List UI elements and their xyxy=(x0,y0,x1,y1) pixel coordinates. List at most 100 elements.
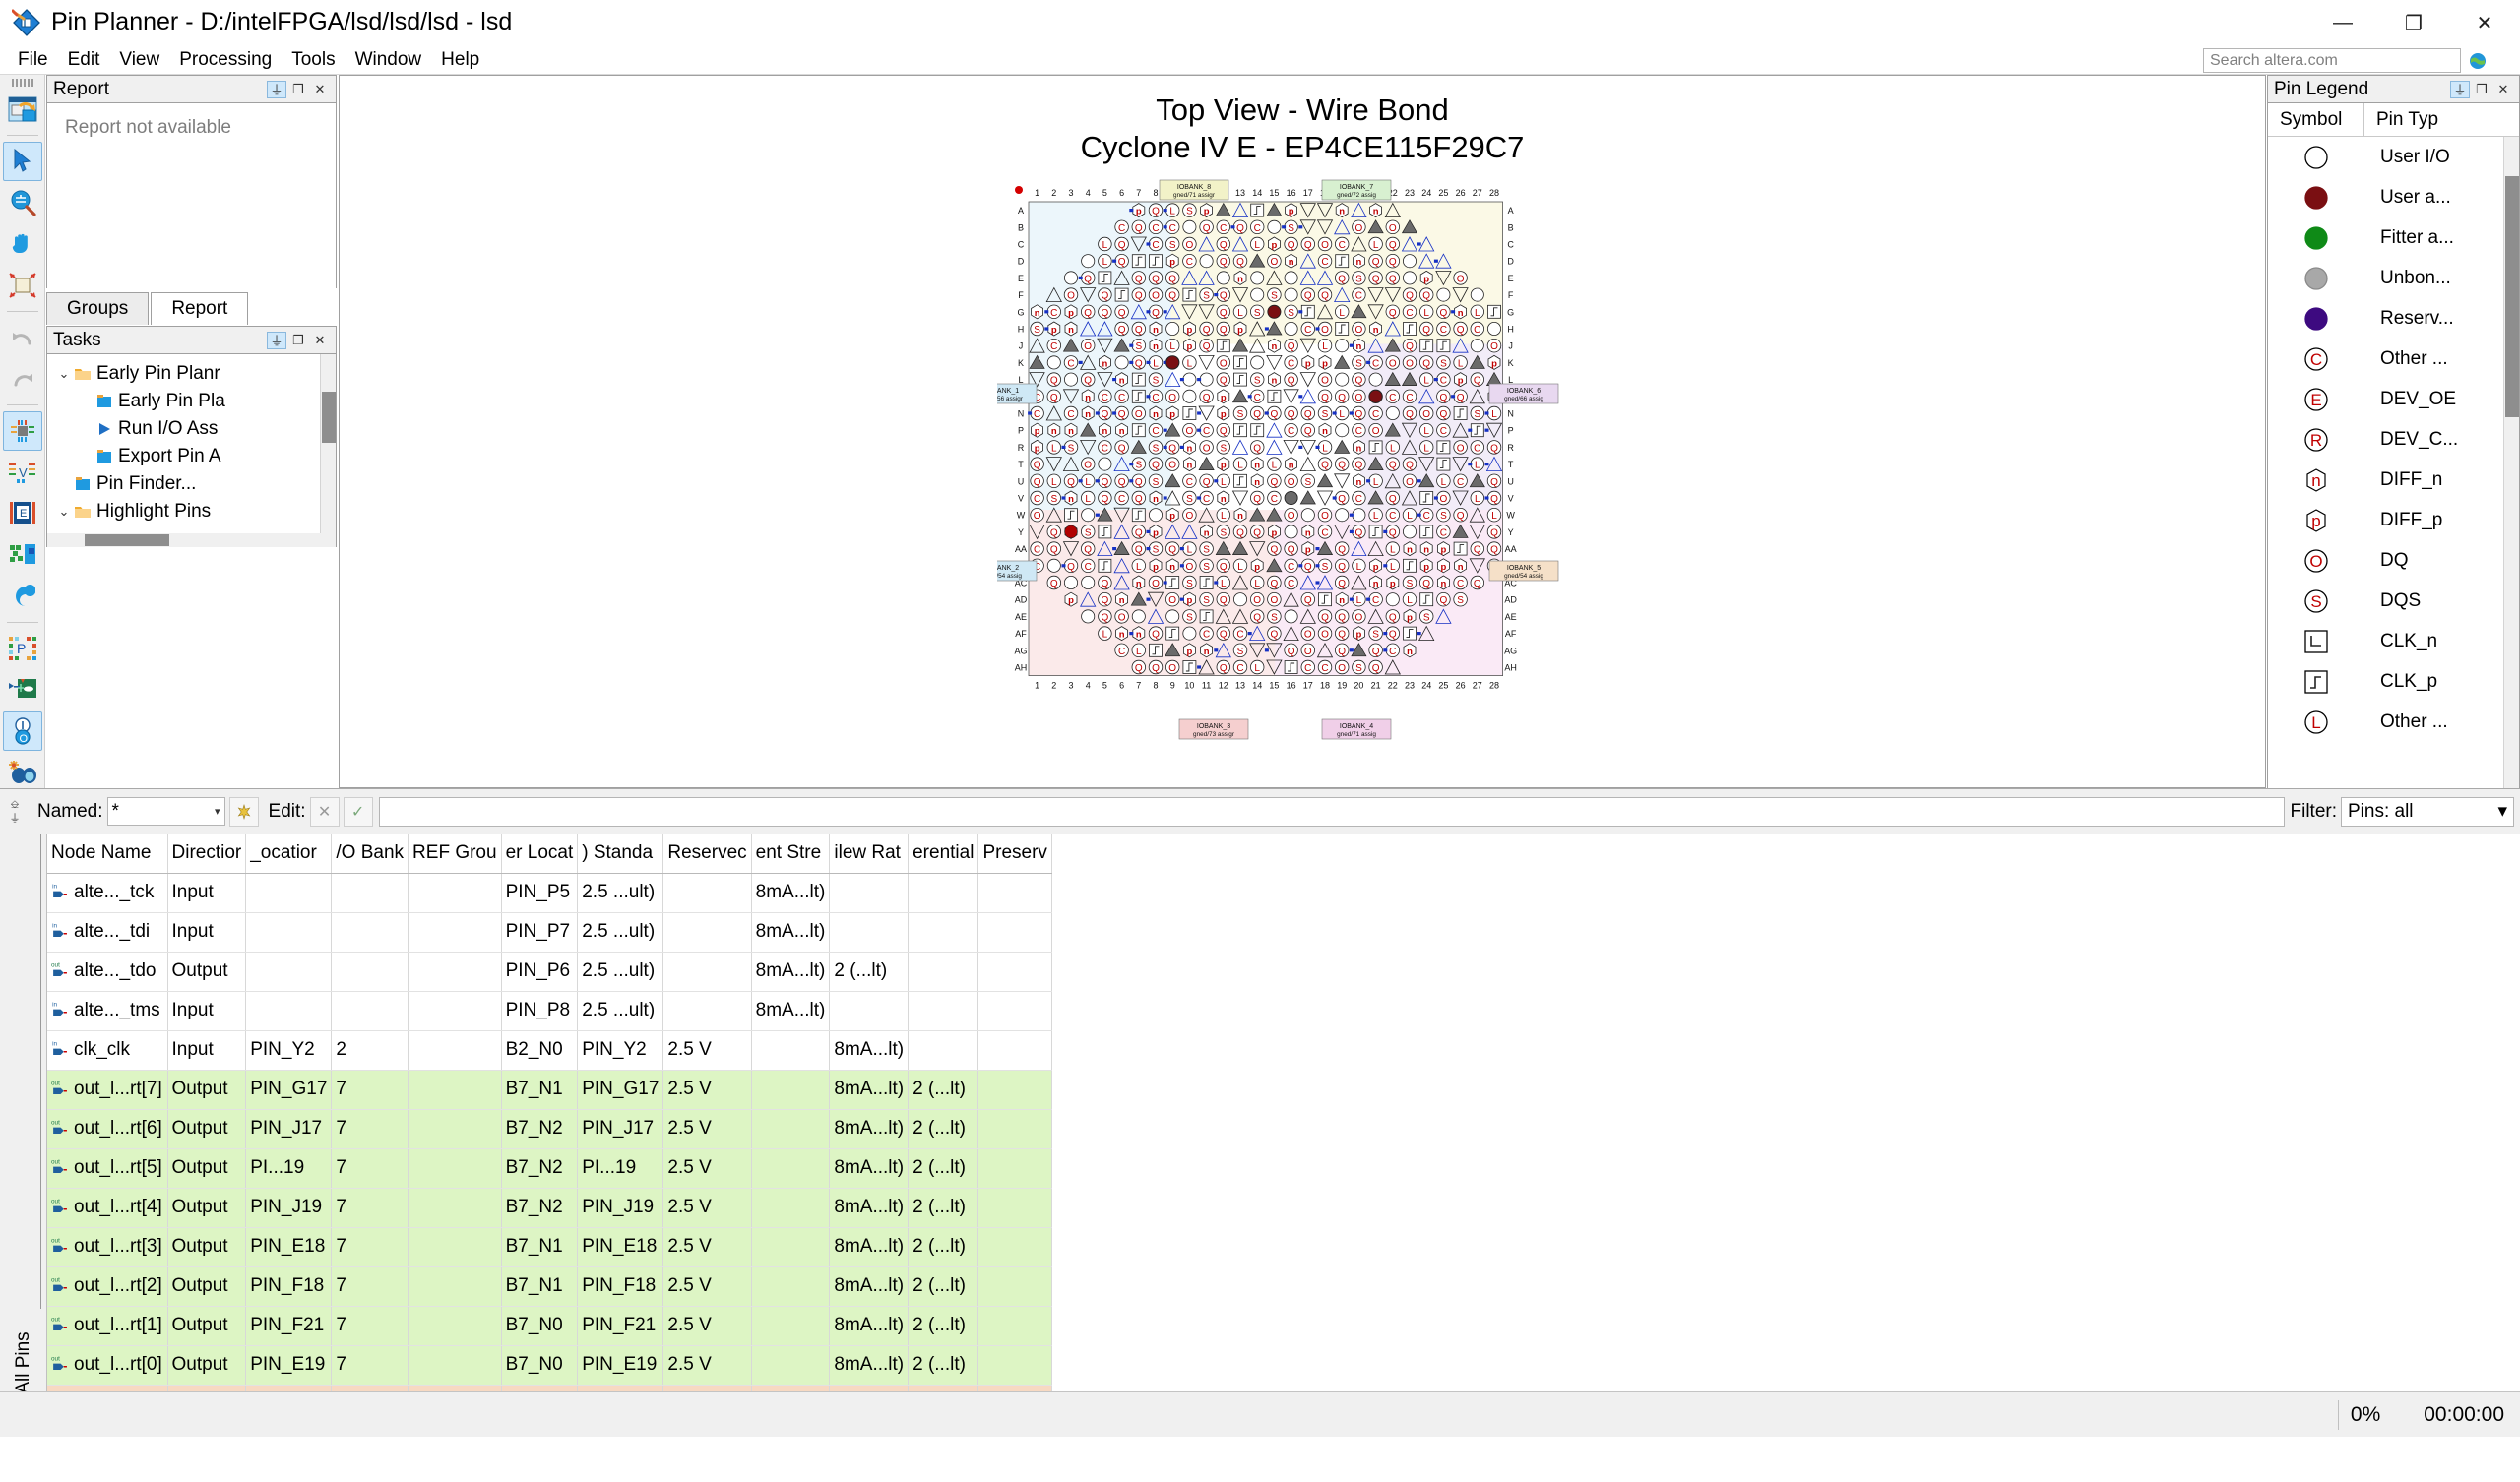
pin-cell[interactable]: Q xyxy=(1166,271,1179,284)
legend-scrollbar[interactable] xyxy=(2503,137,2519,788)
pin-cell[interactable]: C xyxy=(1318,660,1332,674)
pin-cell[interactable]: S xyxy=(1353,355,1366,369)
pin-cell[interactable]: Q xyxy=(1132,287,1146,301)
pin-cell[interactable]: C xyxy=(1200,626,1214,640)
pin-cell[interactable]: L xyxy=(1369,237,1383,251)
io-bank-label[interactable]: IOBANK_1gned/56 assigr xyxy=(997,384,1037,403)
pin-cell[interactable] xyxy=(1150,644,1163,656)
pin-cell[interactable] xyxy=(1268,390,1281,402)
zoom-tool-icon[interactable] xyxy=(3,183,42,222)
pin-cell[interactable] xyxy=(1420,525,1433,538)
pin-cell[interactable]: L xyxy=(1047,440,1061,454)
task-tree-item[interactable]: Early Pin Pla xyxy=(47,388,336,415)
table-cell[interactable]: B7_N1 xyxy=(501,1227,578,1266)
pin-cell[interactable]: L xyxy=(1454,355,1468,369)
pin-cell[interactable]: L xyxy=(1403,508,1417,522)
pin-cell[interactable] xyxy=(1301,508,1314,521)
table-cell[interactable] xyxy=(978,1266,1051,1306)
table-cell[interactable]: 8mA...lt) xyxy=(830,1306,909,1345)
node-name-cell[interactable]: outout_l...rt[5] xyxy=(47,1148,167,1188)
pin-cell[interactable]: n xyxy=(1180,440,1196,454)
pin-cell[interactable] xyxy=(1233,440,1248,454)
table-row[interactable]: outout_l...rt[5]OutputPI...197B7_N2PI...… xyxy=(47,1148,1051,1188)
assigned-pin-marker[interactable] xyxy=(1166,356,1179,369)
pin-cell[interactable]: p xyxy=(1234,322,1246,336)
pin-cell[interactable]: S xyxy=(1183,576,1197,589)
legend-scroll-thumb[interactable] xyxy=(2505,176,2519,417)
pin-cell[interactable] xyxy=(1047,559,1060,572)
node-name-cell[interactable]: inalte..._tck xyxy=(47,873,167,912)
pin-cell[interactable] xyxy=(1403,271,1416,283)
pin-cell[interactable]: Q xyxy=(1250,406,1264,420)
node-name-cell[interactable]: inclk_clk xyxy=(47,1030,167,1070)
table-row[interactable]: inalte..._tdiInputPIN_P72.5 ...ult)8mA..… xyxy=(47,912,1051,952)
pin-cell[interactable] xyxy=(1166,627,1179,640)
table-cell[interactable]: 7 xyxy=(332,1306,409,1345)
pin-cell[interactable]: L xyxy=(1369,508,1383,522)
package-view[interactable]: Top View - Wire Bond Cyclone IV E - EP4C… xyxy=(339,75,2266,788)
pin-cell[interactable]: C xyxy=(1285,355,1298,369)
io-bank-label[interactable]: IOBANK_4gned/71 assig xyxy=(1322,719,1391,739)
pin-cell[interactable]: C xyxy=(1233,660,1247,674)
pin-cell[interactable] xyxy=(1420,339,1433,351)
pin-cell[interactable] xyxy=(1437,458,1450,470)
pin-cell[interactable]: p xyxy=(1302,355,1314,369)
pin-cell[interactable]: Q xyxy=(1285,541,1298,555)
table-cell[interactable] xyxy=(830,873,909,912)
pin-cell[interactable]: Q xyxy=(1333,491,1349,505)
pin-cell[interactable]: Q xyxy=(1386,491,1400,505)
pin-cell[interactable]: Q xyxy=(1149,271,1163,284)
pin-cell[interactable]: C xyxy=(1403,390,1417,403)
pin-cell[interactable] xyxy=(1404,627,1417,640)
table-cell[interactable]: PIN_F18 xyxy=(246,1266,332,1306)
pin-cell[interactable]: n xyxy=(1166,558,1178,572)
pin-cell[interactable]: Q xyxy=(1487,525,1501,538)
pin-cell[interactable]: n xyxy=(1353,473,1364,487)
pin-cell[interactable]: p xyxy=(1437,541,1449,555)
table-cell[interactable]: 8mA...lt) xyxy=(830,1148,909,1188)
pin-cell[interactable]: Q xyxy=(1081,372,1095,386)
table-cell[interactable] xyxy=(663,912,751,952)
close-icon[interactable]: ✕ xyxy=(310,81,330,98)
pin-cell[interactable]: Q xyxy=(1115,322,1129,336)
pin-cell[interactable]: L xyxy=(1183,355,1197,369)
chevron-down-icon[interactable]: ⌄ xyxy=(55,366,73,382)
pin-cell[interactable]: p xyxy=(1183,643,1195,656)
pin-cell[interactable]: C xyxy=(1301,660,1315,674)
pin-cell[interactable]: Q xyxy=(1437,305,1451,319)
pin-cell[interactable]: Q xyxy=(1031,474,1044,488)
table-cell[interactable] xyxy=(978,1227,1051,1266)
pin-cell[interactable]: n xyxy=(1201,643,1213,656)
search-input[interactable]: Search altera.com xyxy=(2203,48,2461,73)
pin-cell[interactable]: Q xyxy=(1318,609,1332,623)
table-cell[interactable] xyxy=(246,912,332,952)
table-cell[interactable]: 7 xyxy=(332,1070,409,1109)
pin-cell[interactable] xyxy=(1454,406,1467,419)
pin-cell[interactable]: Q xyxy=(1081,541,1095,555)
table-cell[interactable] xyxy=(409,991,502,1030)
table-cell[interactable]: 2.5 V xyxy=(663,1306,751,1345)
pin-cell[interactable]: n xyxy=(1370,322,1382,336)
io-bank-label[interactable]: IOBANK_8gned/71 assigr xyxy=(1160,180,1228,200)
table-cell[interactable]: 2 (...lt) xyxy=(909,1266,978,1306)
pin-cell[interactable]: p xyxy=(1218,457,1229,470)
table-cell[interactable] xyxy=(409,1227,502,1266)
pin-cell[interactable]: L xyxy=(1333,406,1349,420)
pin-cell[interactable] xyxy=(1335,355,1350,368)
pin-cell[interactable]: Q xyxy=(1217,237,1230,251)
pin-cell[interactable] xyxy=(1369,373,1382,386)
pin-cell[interactable]: Q xyxy=(1132,220,1146,234)
table-cell[interactable] xyxy=(409,912,502,952)
pin-cell[interactable] xyxy=(1183,627,1196,640)
pin-cell[interactable]: L xyxy=(1099,626,1112,640)
pin-cell[interactable]: C xyxy=(1064,406,1078,420)
pin-cell[interactable]: S xyxy=(1268,609,1282,623)
pin-cell[interactable]: O xyxy=(1115,609,1129,623)
pin-cell[interactable]: Q xyxy=(1369,254,1383,268)
table-cell[interactable] xyxy=(978,1385,1051,1391)
pin-cell[interactable]: n xyxy=(1133,576,1145,589)
table-cell[interactable] xyxy=(751,1070,830,1109)
pin-cell[interactable]: n xyxy=(1150,406,1162,420)
pin-cell[interactable] xyxy=(1132,373,1145,386)
pin-cell[interactable]: C xyxy=(1454,576,1468,589)
